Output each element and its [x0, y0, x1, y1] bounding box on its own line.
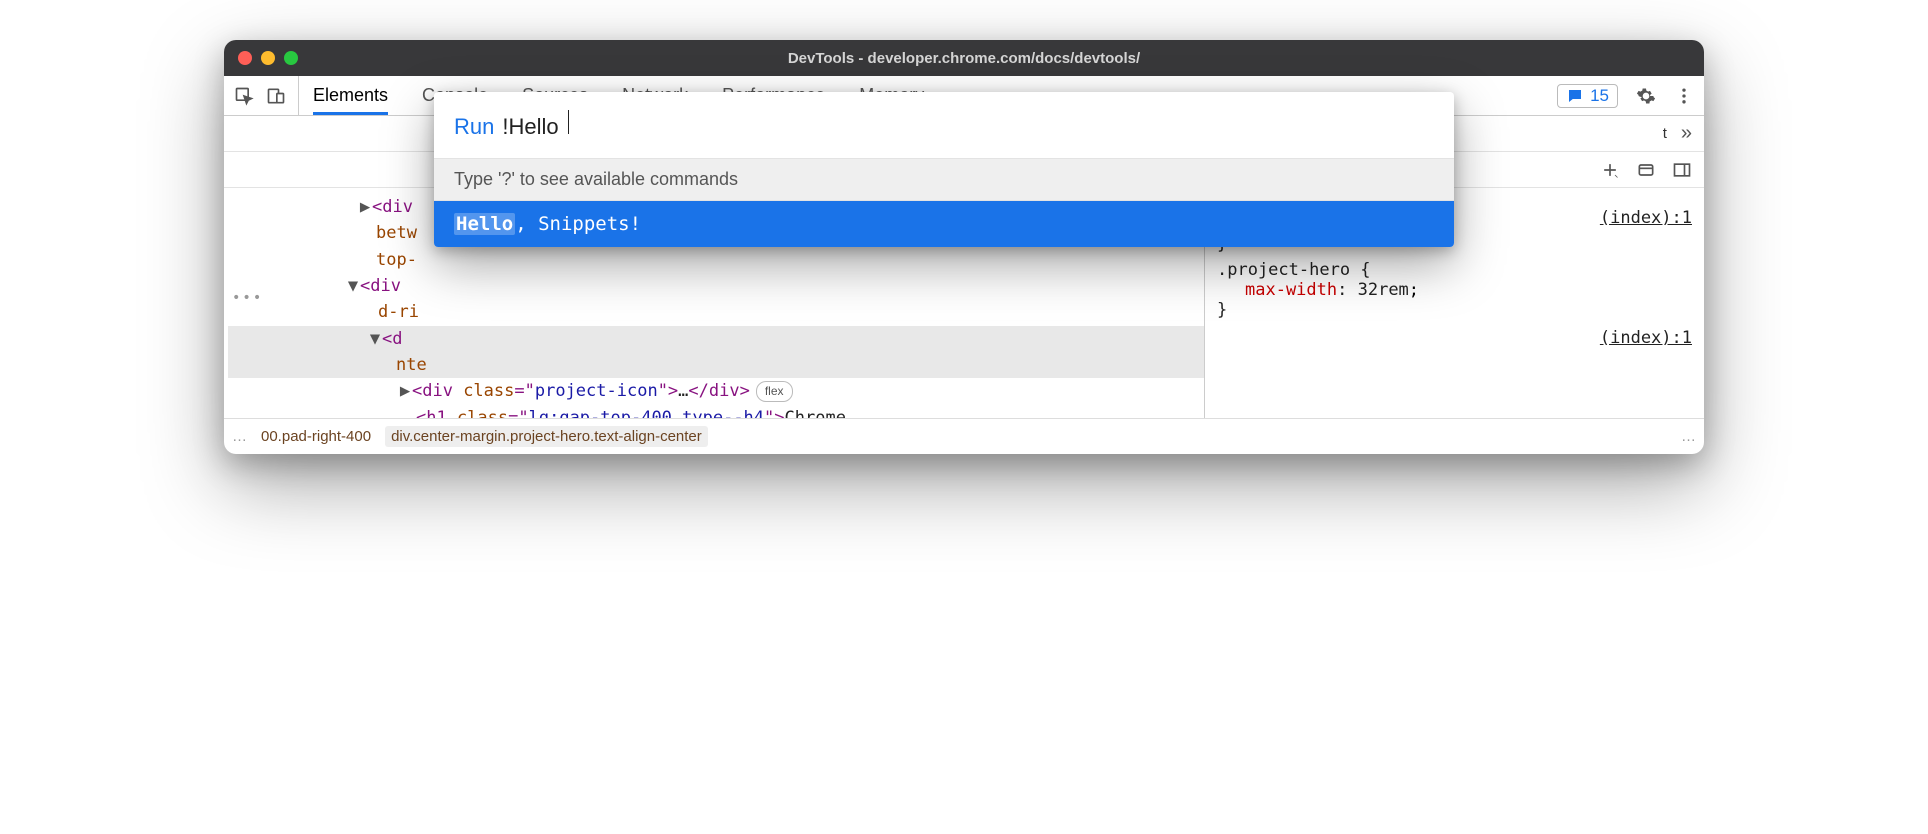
- breadcrumb-item[interactable]: 00.pad-right-400: [261, 428, 371, 445]
- more-subtabs-icon[interactable]: »: [1681, 122, 1692, 145]
- traffic-lights: [238, 51, 298, 65]
- dom-attr-fragment: top-: [376, 250, 417, 270]
- devtools-window: DevTools - developer.chrome.com/docs/dev…: [224, 40, 1704, 454]
- window-titlebar: DevTools - developer.chrome.com/docs/dev…: [224, 40, 1704, 76]
- new-style-rule-icon[interactable]: [1600, 160, 1620, 180]
- dom-node[interactable]: <h1: [416, 408, 457, 418]
- dom-attr-fragment: betw: [376, 223, 417, 243]
- result-match: Hello: [454, 213, 515, 235]
- close-window-button[interactable]: [238, 51, 252, 65]
- row-actions-icon[interactable]: •••: [232, 288, 263, 310]
- source-link[interactable]: (index):1: [1600, 328, 1692, 348]
- device-toggle-icon[interactable]: [266, 86, 286, 106]
- tab-elements[interactable]: Elements: [313, 85, 388, 115]
- css-prop[interactable]: max-width: [1245, 280, 1337, 300]
- source-link[interactable]: (index):1: [1600, 208, 1692, 228]
- inspect-element-icon[interactable]: [234, 86, 254, 106]
- dom-node[interactable]: <div: [360, 276, 401, 296]
- result-rest: , Snippets!: [515, 213, 641, 235]
- dom-node[interactable]: <div: [372, 197, 413, 217]
- dom-attr-fragment: nte: [396, 355, 427, 375]
- computed-styles-icon[interactable]: [1636, 160, 1656, 180]
- breadcrumb-overflow-left[interactable]: …: [232, 428, 247, 445]
- kebab-menu-icon[interactable]: [1674, 86, 1694, 106]
- issues-count: 15: [1590, 86, 1609, 106]
- issues-badge[interactable]: 15: [1557, 84, 1618, 108]
- settings-icon[interactable]: [1636, 86, 1656, 106]
- styles-tab-fragment[interactable]: t: [1663, 125, 1667, 142]
- dom-breadcrumbs[interactable]: … 00.pad-right-400 div.center-margin.pro…: [224, 418, 1704, 454]
- dom-attr-fragment: d-ri: [378, 302, 419, 322]
- command-query: !Hello: [502, 114, 558, 140]
- chat-icon: [1566, 87, 1584, 105]
- maximize-window-button[interactable]: [284, 51, 298, 65]
- command-result-selected[interactable]: Hello, Snippets!: [434, 201, 1454, 247]
- breadcrumb-overflow-right[interactable]: …: [1681, 428, 1696, 445]
- css-selector[interactable]: .project-hero {: [1217, 260, 1692, 280]
- dom-node-selected[interactable]: <d: [382, 329, 402, 349]
- minimize-window-button[interactable]: [261, 51, 275, 65]
- flex-badge[interactable]: flex: [756, 381, 793, 402]
- dom-node[interactable]: <div: [412, 381, 463, 401]
- command-palette: Run !Hello Type '?' to see available com…: [434, 92, 1454, 247]
- toggle-sidebar-icon[interactable]: [1672, 160, 1692, 180]
- window-title: DevTools - developer.chrome.com/docs/dev…: [224, 50, 1704, 67]
- text-cursor: [568, 110, 569, 134]
- breadcrumb-item-selected[interactable]: div.center-margin.project-hero.text-alig…: [385, 426, 708, 447]
- command-input-row[interactable]: Run !Hello: [434, 92, 1454, 158]
- command-hint: Type '?' to see available commands: [434, 158, 1454, 201]
- command-prefix: Run: [454, 114, 494, 140]
